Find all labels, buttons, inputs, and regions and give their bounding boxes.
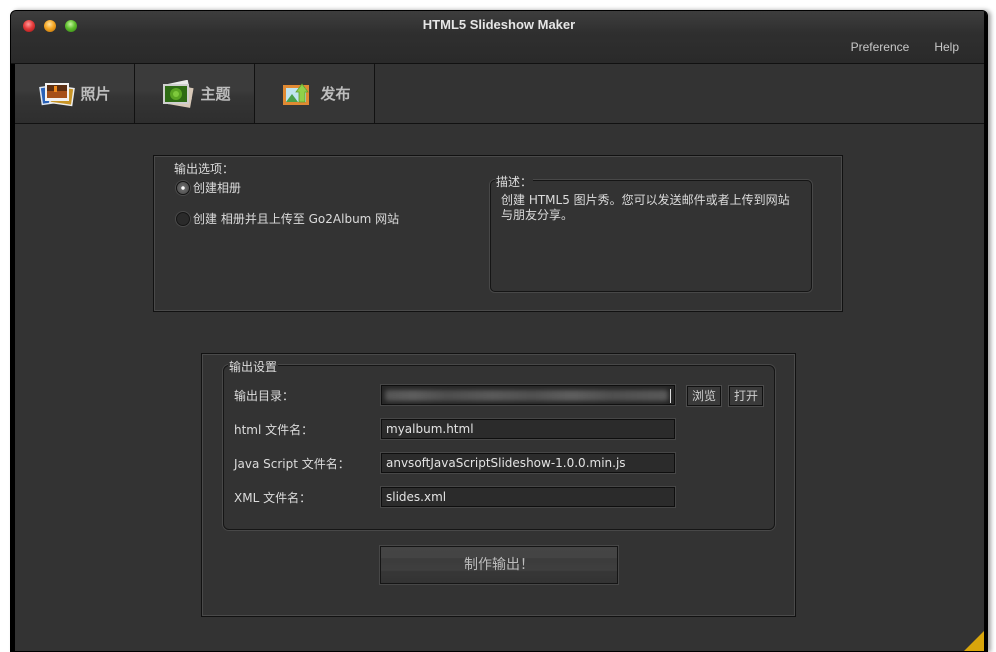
- js-filename-field[interactable]: [381, 453, 675, 473]
- output-dir-label: 输出目录：: [234, 389, 295, 403]
- output-dir-field[interactable]: [381, 385, 675, 405]
- description-text: 创建 HTML5 图片秀。您可以发送邮件或者上传到网站与朋友分享。: [501, 193, 790, 222]
- html-filename-label: html 文件名：: [234, 423, 314, 437]
- tab-publish-label: 发布: [320, 85, 351, 103]
- theme-icon: [158, 79, 196, 108]
- radio-create-album[interactable]: [176, 181, 190, 195]
- menu-help[interactable]: Help: [934, 40, 959, 54]
- radio-create-and-upload[interactable]: [176, 212, 190, 226]
- app-window: HTML5 Slideshow Maker Preference Help 照片: [10, 10, 988, 652]
- tab-theme-label: 主题: [200, 85, 231, 103]
- output-options-panel: 输出选项： 创建相册 创建 相册并且上传至 Go2Album 网站 描述： 创建…: [153, 155, 843, 312]
- window-title: HTML5 Slideshow Maker: [422, 17, 576, 32]
- js-filename-label: Java Script 文件名：: [234, 457, 350, 471]
- browse-button[interactable]: 浏览: [687, 386, 721, 406]
- publish-icon: [278, 80, 316, 108]
- output-settings-group: 输出设置 输出目录： 浏览 打开 html 文件名： Java Script 文…: [223, 358, 775, 530]
- text-caret: [670, 389, 671, 403]
- xml-filename-field[interactable]: [381, 487, 675, 507]
- tab-bar-filler: [375, 64, 984, 124]
- top-menu: Preference Help: [851, 40, 959, 54]
- photos-icon: [38, 80, 76, 108]
- radio-create-and-upload-label[interactable]: 创建 相册并且上传至 Go2Album 网站: [193, 210, 399, 227]
- make-output-button[interactable]: 制作输出！: [380, 546, 618, 584]
- main-tabs: 照片 主题 发布: [15, 64, 375, 124]
- output-options-title: 输出选项：: [174, 162, 235, 176]
- output-settings-panel: 输出设置 输出目录： 浏览 打开 html 文件名： Java Script 文…: [201, 353, 796, 617]
- open-button[interactable]: 打开: [729, 386, 763, 406]
- tab-publish[interactable]: 发布: [255, 64, 375, 124]
- description-legend: 描述：: [495, 173, 534, 190]
- blurred-path: [385, 390, 668, 401]
- tab-theme[interactable]: 主题: [135, 64, 255, 124]
- resize-grip[interactable]: [962, 631, 984, 651]
- tab-photos[interactable]: 照片: [15, 64, 135, 124]
- tab-photos-label: 照片: [80, 85, 111, 103]
- description-box: 描述： 创建 HTML5 图片秀。您可以发送邮件或者上传到网站与朋友分享。: [490, 173, 812, 292]
- menu-preference[interactable]: Preference: [851, 40, 910, 54]
- output-settings-legend: 输出设置: [228, 358, 279, 375]
- title-bar: HTML5 Slideshow Maker Preference Help: [11, 11, 987, 64]
- xml-filename-label: XML 文件名：: [234, 491, 312, 505]
- html-filename-field[interactable]: [381, 419, 675, 439]
- radio-create-album-label[interactable]: 创建相册: [193, 179, 241, 196]
